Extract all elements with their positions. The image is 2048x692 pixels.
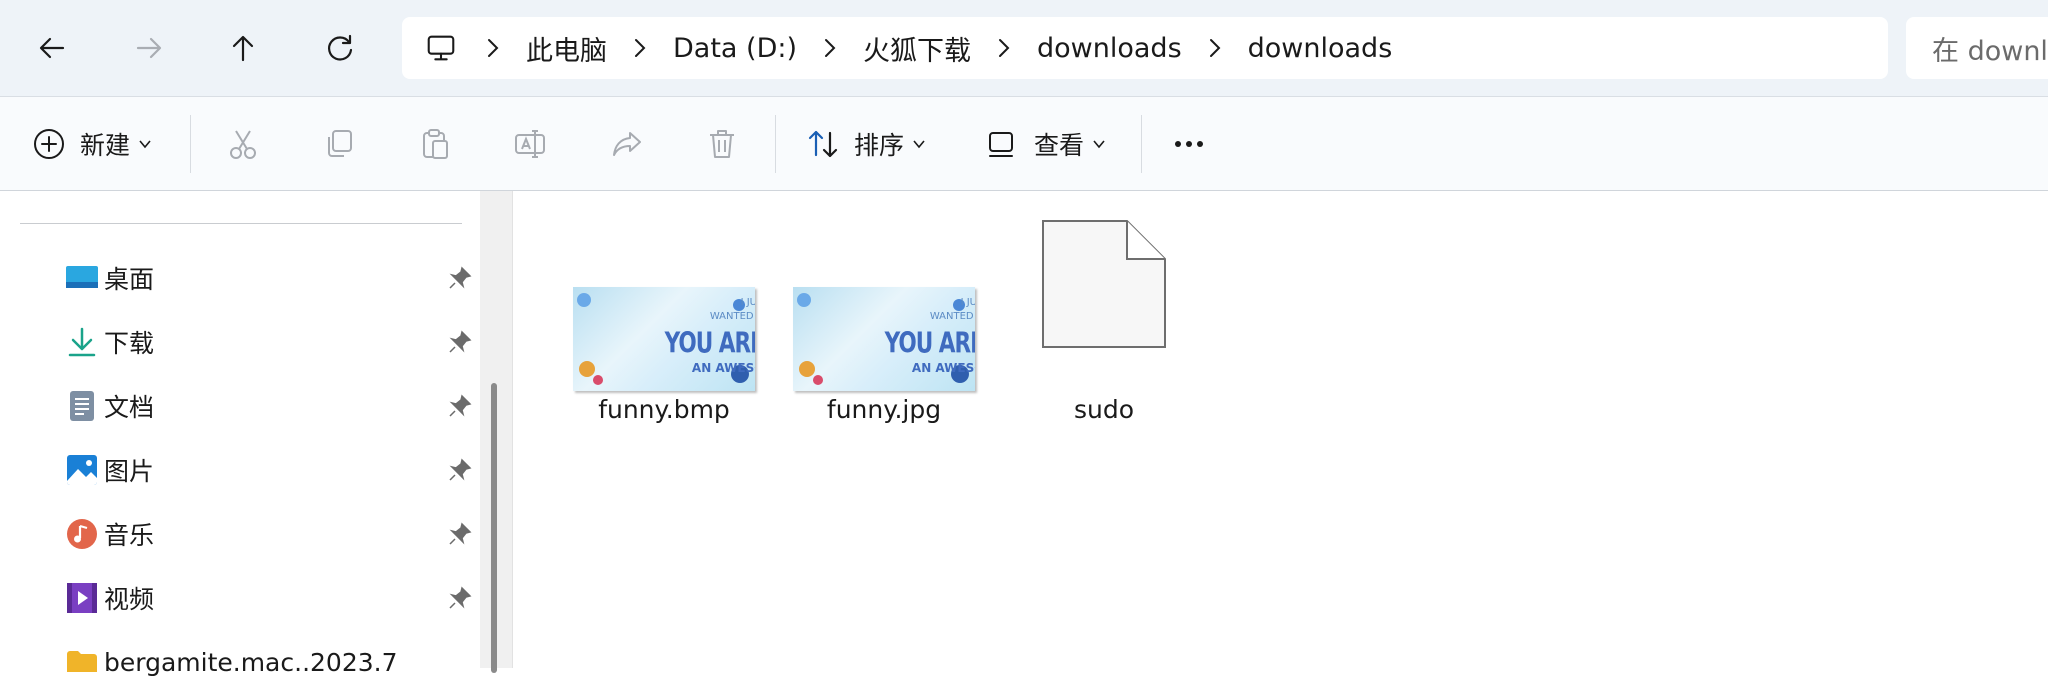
sidebar-item-label: bergamite.mac..2023.7 [104, 647, 398, 677]
share-icon [613, 131, 641, 156]
breadcrumb[interactable]: 此电脑 Data (D:) 火狐下载 downloads downloads [402, 17, 1888, 79]
command-bar: 新建 排序 查看 [0, 97, 2048, 191]
file-name: funny.jpg [826, 395, 942, 424]
sidebar-item-folder[interactable]: bergamite.mac..2023.7 [0, 632, 480, 692]
sidebar-item-desktop[interactable]: 桌面 [0, 248, 480, 308]
download-icon [68, 327, 96, 357]
file-list: I JUST WANTED TO SAY... YOU ARE DOING AN… [513, 191, 2048, 668]
breadcrumb-item-data-drive[interactable]: Data (D:) [673, 33, 797, 64]
folder-icon [67, 651, 97, 672]
scissors-icon [230, 129, 256, 159]
copy-button[interactable] [322, 97, 356, 190]
pin-icon[interactable] [448, 330, 472, 354]
documents-icon [70, 391, 94, 421]
image-thumbnail: I JUST WANTED TO SAY... YOU ARE DOING AN… [793, 287, 975, 391]
chevron-right-icon[interactable] [480, 38, 506, 58]
sidebar-item-pictures[interactable]: 图片 [0, 440, 480, 500]
refresh-button[interactable] [310, 18, 370, 78]
sidebar-item-videos[interactable]: 视频 [0, 568, 480, 628]
sidebar-item-documents[interactable]: 文档 [0, 376, 480, 436]
up-button[interactable] [213, 18, 273, 78]
scrollbar-thumb[interactable] [491, 383, 497, 673]
view-button[interactable]: 查看 [986, 97, 1106, 190]
divider [20, 223, 462, 224]
paste-button[interactable] [418, 97, 452, 190]
image-thumbnail: I JUST WANTED TO SAY... YOU ARE DOING AN… [573, 287, 755, 391]
rename-icon [515, 129, 545, 158]
chevron-down-icon [913, 139, 925, 148]
rename-button[interactable] [513, 97, 547, 190]
pin-icon[interactable] [448, 394, 472, 418]
view-label: 查看 [1034, 130, 1085, 160]
chevron-right-icon[interactable] [1202, 38, 1228, 58]
breadcrumb-item-firefox-downloads[interactable]: 火狐下载 [863, 29, 971, 68]
delete-button[interactable] [705, 97, 739, 190]
forward-arrow-icon [136, 37, 162, 59]
view-icon [989, 131, 1013, 157]
pin-icon[interactable] [448, 458, 472, 482]
address-toolbar: 此电脑 Data (D:) 火狐下载 downloads downloads 在… [0, 0, 2048, 97]
videos-icon [67, 583, 97, 613]
pin-icon[interactable] [448, 586, 472, 610]
sort-label: 排序 [854, 130, 905, 160]
forward-button[interactable] [119, 18, 179, 78]
chevron-right-icon[interactable] [991, 38, 1017, 58]
new-label: 新建 [80, 130, 131, 160]
breadcrumb-item-downloads-current[interactable]: downloads [1248, 33, 1393, 64]
sidebar-item-downloads[interactable]: 下载 [0, 312, 480, 372]
sidebar-item-music[interactable]: 音乐 [0, 504, 480, 564]
cut-button[interactable] [226, 97, 260, 190]
divider [775, 115, 776, 173]
back-arrow-icon [39, 37, 65, 59]
chevron-down-icon [1093, 139, 1105, 148]
navigation-pane: 桌面 下载 文档 图片 音乐 视频 bergamite.mac..2023.7 [0, 191, 513, 677]
file-item[interactable]: sudo [999, 219, 1209, 439]
breadcrumb-item-downloads[interactable]: downloads [1037, 33, 1182, 64]
file-name: sudo [1073, 395, 1135, 424]
pin-icon[interactable] [448, 266, 472, 290]
more-options-button[interactable] [1172, 97, 1206, 190]
clipboard-icon [423, 128, 448, 159]
copy-icon [328, 129, 352, 157]
chevron-right-icon[interactable] [627, 38, 653, 58]
back-button[interactable] [22, 18, 82, 78]
search-placeholder: 在 downloads 中搜索 [1932, 35, 2048, 67]
generic-file-icon [1042, 220, 1166, 348]
divider [190, 115, 191, 173]
sidebar-item-label: 图片 [104, 457, 155, 486]
divider [1141, 115, 1142, 173]
up-arrow-icon [232, 35, 254, 62]
sidebar-item-label: 视频 [104, 585, 155, 614]
sort-button[interactable]: 排序 [806, 97, 926, 190]
pictures-icon [67, 455, 97, 485]
desktop-icon [66, 266, 98, 288]
sidebar-item-label: 音乐 [104, 521, 155, 550]
new-button[interactable]: 新建 [32, 97, 152, 190]
pin-icon[interactable] [448, 522, 472, 546]
chevron-right-icon[interactable] [817, 38, 843, 58]
file-item[interactable]: I JUST WANTED TO SAY... YOU ARE DOING AN… [559, 287, 769, 437]
sidebar-item-label: 下载 [104, 329, 155, 358]
music-icon [67, 519, 97, 549]
trash-icon [710, 129, 734, 158]
sidebar-item-label: 文档 [104, 393, 155, 422]
sort-icon [808, 130, 838, 157]
search-input[interactable]: 在 downloads 中搜索 [1906, 17, 2048, 79]
file-name: funny.bmp [598, 395, 730, 424]
chevron-down-icon [139, 139, 151, 148]
more-icon [1175, 140, 1203, 147]
refresh-icon [328, 34, 353, 61]
this-pc-icon[interactable] [424, 30, 460, 66]
share-button[interactable] [610, 97, 644, 190]
file-item[interactable]: I JUST WANTED TO SAY... YOU ARE DOING AN… [779, 287, 989, 437]
plus-circle-icon [34, 128, 64, 159]
sidebar-item-label: 桌面 [104, 265, 155, 294]
breadcrumb-item-this-pc[interactable]: 此电脑 [526, 29, 607, 68]
